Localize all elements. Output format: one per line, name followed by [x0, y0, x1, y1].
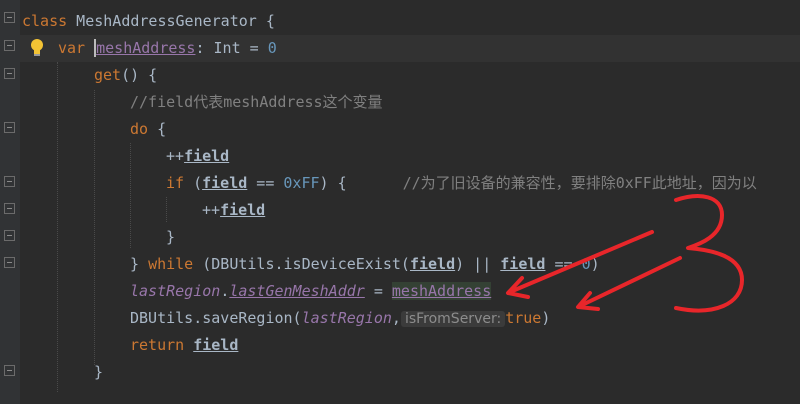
- annotation-number-3: [674, 194, 744, 313]
- annotation-arrow-2: [578, 256, 682, 308]
- annotation-overlay: [506, 194, 744, 313]
